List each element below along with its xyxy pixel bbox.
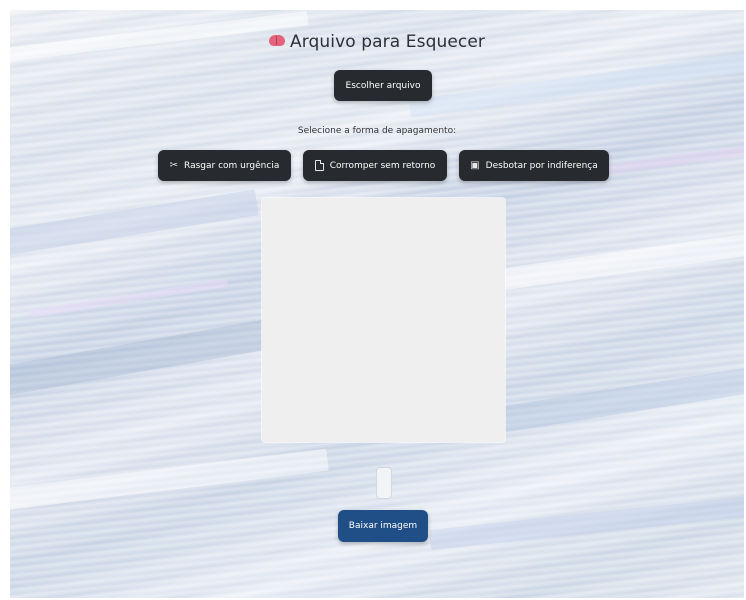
background-streak <box>29 278 229 318</box>
erase-method-label: Selecione a forma de apagamento: <box>297 126 457 136</box>
corrupt-label: Corromper sem retorno <box>329 160 436 171</box>
download-image-button[interactable]: Baixar imagem <box>338 510 428 542</box>
background-streak <box>428 494 744 550</box>
app-background: Arquivo para Esquecer Escolher arquivo S… <box>10 10 744 598</box>
fade-button[interactable]: ▣ Desbotar por indiferença <box>459 150 609 181</box>
tear-urgently-label: Rasgar com urgência <box>184 160 280 171</box>
choose-file-button[interactable]: Escolher arquivo <box>334 70 432 101</box>
brain-icon <box>268 35 285 46</box>
page-title: Arquivo para Esquecer <box>10 32 744 52</box>
background-streak <box>10 189 259 256</box>
background-streak <box>408 49 744 118</box>
document-icon <box>314 160 324 171</box>
tear-icon: ✂ <box>169 160 179 171</box>
page-title-text: Arquivo para Esquecer <box>289 32 485 52</box>
fade-label: Desbotar por indiferença <box>485 160 598 171</box>
background-streak <box>10 318 279 400</box>
background-streak <box>10 448 329 512</box>
background-streak <box>488 231 744 292</box>
corrupt-button[interactable]: Corromper sem retorno <box>303 150 447 181</box>
image-canvas <box>262 198 505 442</box>
faded-photo-icon: ▣ <box>470 160 480 171</box>
tear-urgently-button[interactable]: ✂ Rasgar com urgência <box>158 150 291 181</box>
intensity-slider-handle[interactable] <box>377 468 391 498</box>
background-streak <box>477 363 744 436</box>
